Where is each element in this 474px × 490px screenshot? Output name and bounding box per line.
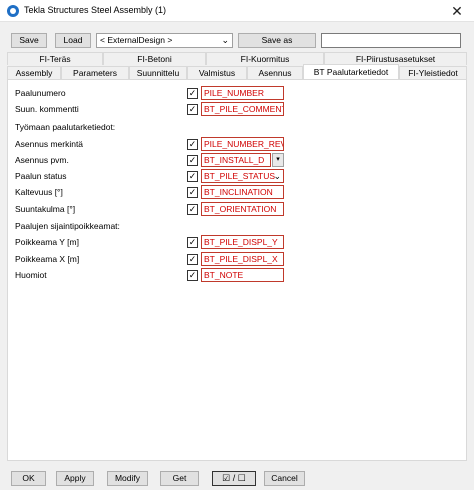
label-paalunumero: Paalunumero	[15, 88, 66, 98]
date-picker-icon[interactable]: ▾	[272, 153, 284, 167]
tab-fi-yleistiedot[interactable]: FI-Yleistiedot	[399, 66, 467, 79]
save-as-button[interactable]: Save as	[238, 33, 316, 48]
label-suun-kommentti: Suun. kommentti	[15, 104, 79, 114]
label-poikkeama-x: Poikkeama X [m]	[15, 254, 80, 264]
tab-asennus[interactable]: Asennus	[247, 66, 303, 79]
apply-button[interactable]: Apply	[56, 471, 94, 486]
section-paalujen-sijaintipoikkeamat: Paalujen sijaintipoikkeamat:	[15, 221, 120, 231]
checkbox-asennus-pvm[interactable]: ✓	[187, 155, 198, 166]
load-button[interactable]: Load	[55, 33, 91, 48]
select-paalun-status[interactable]: BT_PILE_STATUS ⌄	[201, 169, 284, 183]
tab-suunnittelu[interactable]: Suunnittelu	[129, 66, 187, 79]
tab-valmistus[interactable]: Valmistus	[187, 66, 247, 79]
get-button[interactable]: Get	[160, 471, 199, 486]
checkbox-paalun-status[interactable]: ✓	[187, 171, 198, 182]
checkbox-asennus-merkinta[interactable]: ✓	[187, 139, 198, 150]
chevron-down-icon: ⌄	[221, 35, 229, 45]
tekla-app-icon	[7, 5, 19, 17]
label-asennus-pvm: Asennus pvm.	[15, 155, 69, 165]
label-huomiot: Huomiot	[15, 270, 47, 280]
tab-fi-teras[interactable]: FI-Teräs	[7, 52, 103, 65]
field-poikkeama-y[interactable]: BT_PILE_DISPL_Y	[201, 235, 284, 249]
modify-button[interactable]: Modify	[107, 471, 148, 486]
title-bar: Tekla Structures Steel Assembly (1) ✕	[0, 0, 474, 22]
toggle-all-checkboxes-button[interactable]: ☑ / ☐	[212, 471, 256, 486]
label-paalun-status: Paalun status	[15, 171, 67, 181]
checkbox-poikkeama-x[interactable]: ✓	[187, 254, 198, 265]
ok-button[interactable]: OK	[11, 471, 46, 486]
tab-parameters[interactable]: Parameters	[61, 66, 129, 79]
label-suuntakulma: Suuntakulma [°]	[15, 204, 76, 214]
checkbox-suuntakulma[interactable]: ✓	[187, 204, 198, 215]
field-asennus-pvm[interactable]: BT_INSTALL_D	[201, 153, 271, 167]
checkbox-kaltevuus[interactable]: ✓	[187, 187, 198, 198]
tab-fi-betoni[interactable]: FI-Betoni	[103, 52, 206, 65]
label-poikkeama-y: Poikkeama Y [m]	[15, 237, 79, 247]
window-title: Tekla Structures Steel Assembly (1)	[24, 5, 167, 15]
checkbox-poikkeama-y[interactable]: ✓	[187, 237, 198, 248]
field-asennus-merkinta[interactable]: PILE_NUMBER_REV	[201, 137, 284, 151]
save-button[interactable]: Save	[11, 33, 47, 48]
checkbox-suun-kommentti[interactable]: ✓	[187, 104, 198, 115]
label-kaltevuus: Kaltevuus [°]	[15, 187, 63, 197]
tab-bt-paalutarketiedot[interactable]: BT Paalutarketiedot	[303, 64, 399, 80]
field-kaltevuus[interactable]: BT_INCLINATION	[201, 185, 284, 199]
paalun-status-value: BT_PILE_STATUS	[204, 171, 276, 181]
tab-assembly[interactable]: Assembly	[7, 66, 61, 79]
save-as-input[interactable]	[321, 33, 461, 48]
section-tyomaan-paalutarketiedot: Työmaan paalutarketiedot:	[15, 122, 116, 132]
field-poikkeama-x[interactable]: BT_PILE_DISPL_X	[201, 252, 284, 266]
attribute-file-value: < ExternalDesign >	[100, 35, 173, 45]
field-huomiot[interactable]: BT_NOTE	[201, 268, 284, 282]
cancel-button[interactable]: Cancel	[264, 471, 305, 486]
attribute-file-select[interactable]: < ExternalDesign > ⌄	[96, 33, 233, 48]
field-suuntakulma[interactable]: BT_ORIENTATION	[201, 202, 284, 216]
label-asennus-merkinta: Asennus merkintä	[15, 139, 84, 149]
field-suun-kommentti[interactable]: BT_PILE_COMMENT	[201, 102, 284, 116]
chevron-down-icon: ⌄	[273, 171, 281, 181]
checkbox-huomiot[interactable]: ✓	[187, 270, 198, 281]
field-paalunumero[interactable]: PILE_NUMBER	[201, 86, 284, 100]
checkbox-paalunumero[interactable]: ✓	[187, 88, 198, 99]
close-icon[interactable]: ✕	[440, 0, 474, 22]
